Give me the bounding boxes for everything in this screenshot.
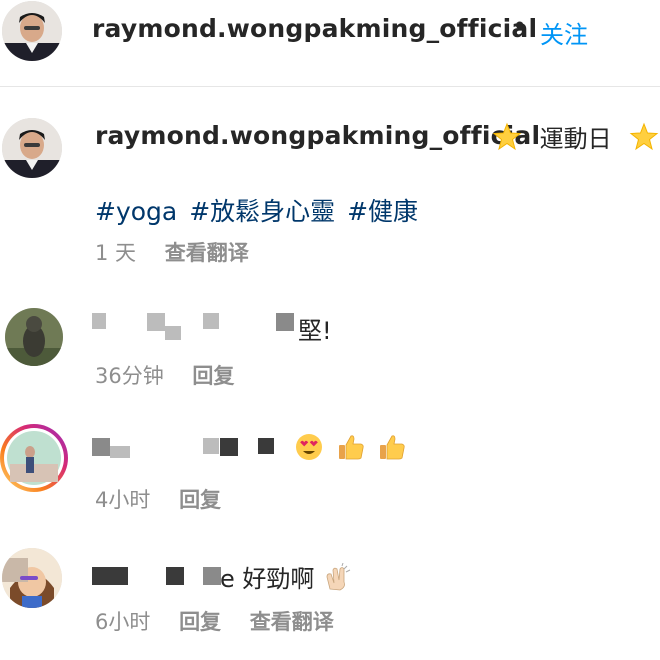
redacted-username: [203, 567, 221, 585]
thumbs-up-emoji-icon: [338, 435, 364, 460]
reply-button[interactable]: 回复: [179, 610, 221, 634]
comment-meta: 4小时 回复: [95, 484, 221, 514]
hashtag-list: #yoga #放鬆身心靈 #健康: [95, 192, 422, 228]
caption-text-row: 運動日: [492, 119, 659, 154]
reply-button[interactable]: 回复: [179, 488, 221, 512]
author-avatar[interactable]: [2, 1, 62, 61]
reply-button[interactable]: 回复: [192, 364, 234, 388]
hashtag-link[interactable]: #yoga: [95, 197, 177, 226]
redacted-username: [165, 326, 181, 340]
comment-time: 6小时: [95, 610, 151, 634]
redacted-username: [110, 446, 130, 458]
comment-text: e 好勁啊: [220, 565, 315, 593]
comment-time: 4小时: [95, 488, 151, 512]
story-ring-avatar[interactable]: [0, 424, 68, 492]
comment-meta: 6小时 回复 查看翻译: [95, 606, 334, 636]
redacted-username: [258, 438, 274, 454]
hashtag-link[interactable]: #放鬆身心靈: [189, 197, 335, 226]
redacted-username: [220, 438, 238, 456]
redacted-username: [203, 313, 219, 329]
redacted-username: [92, 567, 128, 585]
redacted-username: [92, 438, 110, 456]
caption-time: 1 天: [95, 241, 137, 265]
caption-body: 運動日: [539, 125, 612, 153]
commenter-avatar[interactable]: [5, 308, 63, 366]
separator-dot: •: [512, 12, 528, 42]
commenter-avatar[interactable]: [2, 548, 62, 608]
comment-text-row: [294, 432, 411, 462]
thumbs-up-emoji-icon: [380, 435, 405, 460]
redacted-username: [166, 567, 184, 585]
redacted-username: [92, 313, 106, 329]
see-translation-link[interactable]: 查看翻译: [165, 241, 249, 265]
redacted-username: [147, 313, 165, 331]
hashtag-link[interactable]: #健康: [347, 197, 418, 226]
see-translation-link[interactable]: 查看翻译: [250, 610, 334, 634]
caption-avatar[interactable]: [2, 118, 62, 178]
comment-text-row: e 好勁啊: [220, 559, 356, 594]
clapping-hands-emoji-icon: [326, 563, 351, 591]
comment-text: 堅!: [298, 317, 332, 345]
glowing-star-icon: [629, 122, 659, 151]
glowing-star-icon: [492, 122, 522, 151]
follow-button[interactable]: 关注: [540, 15, 588, 50]
caption-meta: 1 天 查看翻译: [95, 237, 249, 267]
caption-username[interactable]: raymond.wongpakming_official: [95, 121, 540, 150]
heart-eyes-emoji-icon: [296, 434, 322, 460]
redacted-username: [276, 313, 294, 331]
post-header: raymond.wongpakming_official • 关注: [0, 0, 660, 87]
redacted-username: [203, 438, 219, 454]
author-username[interactable]: raymond.wongpakming_official: [92, 14, 537, 43]
comment-time: 36分钟: [95, 364, 164, 388]
comment-meta: 36分钟 回复: [95, 360, 234, 390]
